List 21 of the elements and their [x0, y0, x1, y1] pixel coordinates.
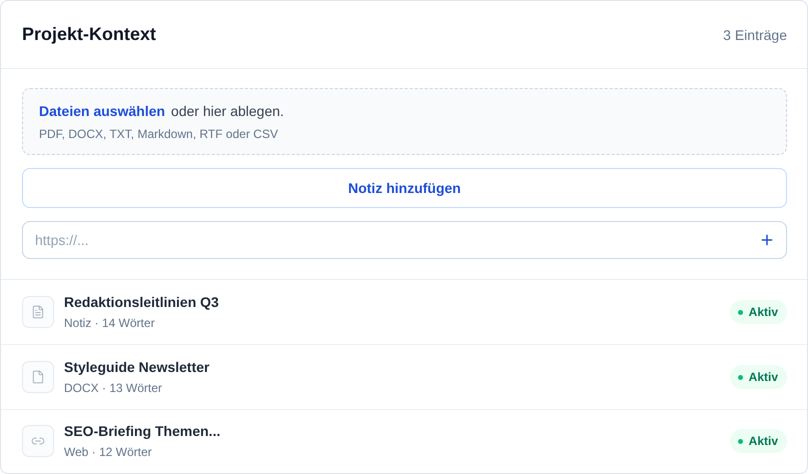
item-title: Redaktionsleitlinien Q3 [64, 294, 220, 310]
file-formats: PDF, DOCX, TXT, Markdown, RTF oder CSV [39, 127, 279, 142]
choose-files-link[interactable]: Dateien auswählen [39, 103, 166, 120]
item-meta: Notiz · 14 Wörter [64, 316, 156, 330]
status-badge: Aktiv [730, 365, 787, 390]
drop-hint: oder hier ablegen. [171, 103, 284, 120]
item-title: Styleguide Newsletter [64, 359, 210, 376]
add-note-button[interactable]: Notiz hinzufügen [22, 168, 787, 208]
status-badge: Aktiv [730, 429, 787, 454]
card-title: Projekt-Kontext [22, 24, 156, 46]
drop-zone[interactable]: Dateien auswählen oder hier ablegen. PDF, DOCX, TXT, Markdown, RTF oder CSV [22, 88, 787, 156]
item-title: SEO-Briefing Themen... [64, 423, 222, 440]
file-icon [22, 361, 54, 394]
url-field[interactable]: https://... [22, 221, 787, 260]
item-meta: DOCX · 13 Wörter [64, 381, 164, 396]
document-icon [22, 296, 54, 328]
link-icon [22, 425, 54, 458]
item-meta: Web · 12 Wörter [64, 445, 153, 460]
add-icon[interactable] [759, 232, 775, 248]
status-badge: Aktiv [730, 300, 787, 324]
entry-count: 3 Einträge [723, 26, 787, 43]
